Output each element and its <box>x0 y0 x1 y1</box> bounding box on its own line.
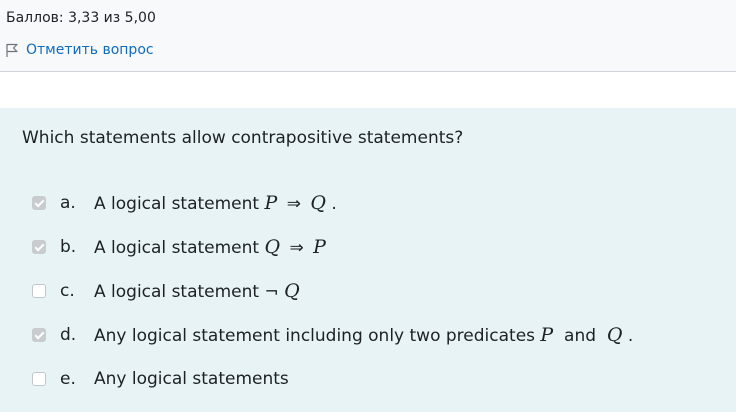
answer-checkbox-e[interactable] <box>32 372 46 386</box>
answer-mid-text: and <box>558 326 602 346</box>
answer-prefix: A logical statement <box>94 282 265 302</box>
answer-letter: a. <box>60 193 76 213</box>
grade-text: Баллов: 3,33 из 5,00 <box>6 10 156 26</box>
answer-text: Any logical statement including only two… <box>94 324 633 346</box>
answer-suffix: . <box>331 194 337 214</box>
math-var: P <box>313 236 326 258</box>
answer-letter: b. <box>60 237 77 257</box>
math-operator: ⇒ <box>286 194 301 214</box>
answer-letter: d. <box>60 325 77 345</box>
math-var: P <box>540 324 554 346</box>
answer-checkbox-a[interactable] <box>32 196 46 210</box>
answer-prefix: A logical statement <box>94 194 265 214</box>
answer-checkbox-d[interactable] <box>32 328 46 342</box>
math-operator: ⇒ <box>289 238 304 258</box>
flag-question-label: Отметить вопрос <box>26 42 154 58</box>
math-var: Q <box>284 280 300 302</box>
flag-question-link[interactable]: Отметить вопрос <box>4 42 154 58</box>
answer-option-e[interactable]: e. Any logical statements <box>32 366 712 392</box>
flag-icon <box>4 42 20 58</box>
answer-text: Any logical statements <box>94 369 289 389</box>
math-var: P <box>264 192 278 214</box>
math-negation: ¬ <box>264 282 279 302</box>
math-var: Q <box>310 192 326 214</box>
answer-text: A logical statement ¬ Q <box>94 280 300 302</box>
answer-option-d[interactable]: d. Any logical statement including only … <box>32 322 712 348</box>
answer-text: A logical statement Q ⇒ P <box>94 236 326 258</box>
question-text: Which statements allow contrapositive st… <box>22 128 464 148</box>
answer-option-b[interactable]: b. A logical statement Q ⇒ P <box>32 234 712 260</box>
answer-prefix: Any logical statement including only two… <box>94 326 541 346</box>
answer-prefix: A logical statement <box>94 238 265 258</box>
answer-suffix: . <box>627 326 634 346</box>
question-info-panel: Баллов: 3,33 из 5,00 Отметить вопрос <box>0 0 736 72</box>
answer-letter: e. <box>60 369 76 389</box>
question-panel: Which statements allow contrapositive st… <box>0 108 736 412</box>
answer-option-a[interactable]: a. A logical statement P ⇒ Q . <box>32 190 712 216</box>
math-var: Q <box>606 324 623 346</box>
answer-text: A logical statement P ⇒ Q . <box>94 192 337 214</box>
answer-prefix: Any logical statements <box>94 369 289 389</box>
math-var: Q <box>264 236 281 258</box>
answer-letter: c. <box>60 281 75 301</box>
answer-option-c[interactable]: c. A logical statement ¬ Q <box>32 278 712 304</box>
answer-checkbox-c[interactable] <box>32 284 46 298</box>
answer-checkbox-b[interactable] <box>32 240 46 254</box>
